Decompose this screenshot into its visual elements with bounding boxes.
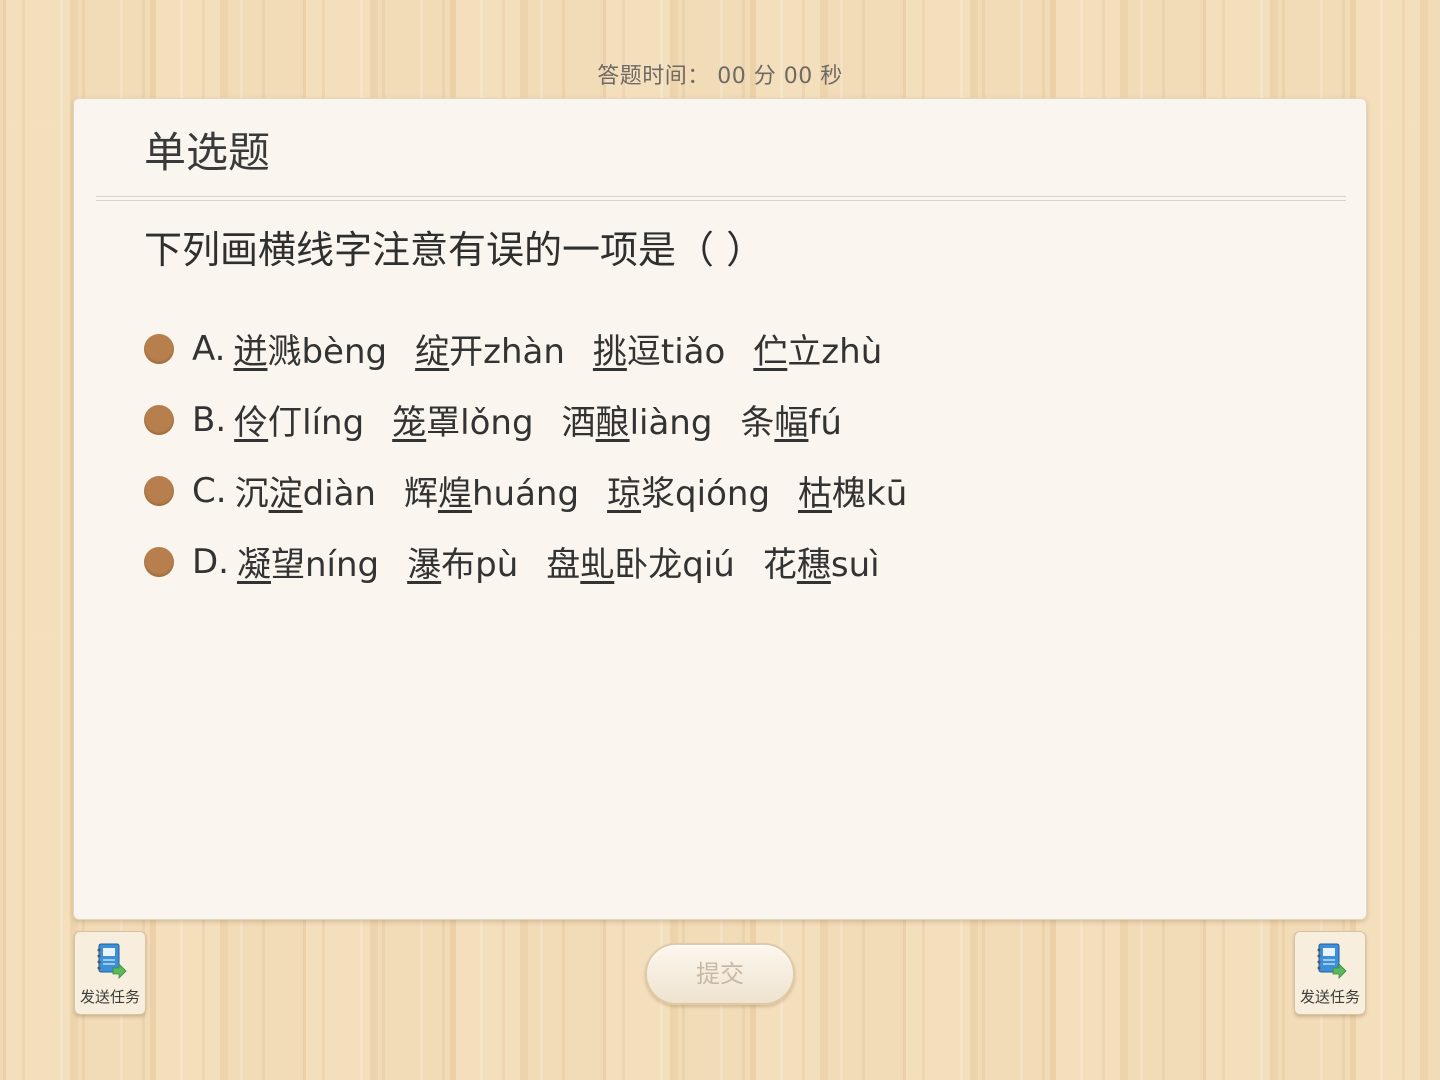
option-word: 伫立zhù — [753, 332, 883, 372]
option-word: 盘虬卧龙qiú — [546, 545, 735, 585]
option-c[interactable]: C. 沉淀diàn 辉煌huáng 琼浆qióng 枯槐kū — [144, 455, 1294, 526]
timer-label: 答题时间： — [597, 64, 710, 89]
send-task-button-right[interactable]: 发送任务 — [1294, 931, 1366, 1015]
option-a[interactable]: A. 迸溅bèng 绽开zhàn 挑逗tiǎo 伫立zhù — [144, 313, 1294, 384]
radio-button-b[interactable] — [144, 404, 174, 435]
option-word: 瀑布pù — [407, 545, 519, 585]
option-word: 伶仃líng — [234, 403, 365, 443]
question-text: 下列画横线字注意有误的一项是（ ） — [144, 228, 765, 272]
option-d[interactable]: D. 凝望níng 瀑布pù 盘虬卧龙qiú 花穗suì — [144, 526, 1294, 597]
option-word: 挑逗tiǎo — [592, 332, 726, 372]
option-word: 沉淀diàn — [234, 474, 376, 514]
notebook-send-icon — [97, 943, 127, 979]
options-list: A. 迸溅bèng 绽开zhàn 挑逗tiǎo 伫立zhù B. 伶仃líng … — [144, 313, 1294, 597]
timer-minutes-unit: 分 — [753, 64, 777, 89]
timer-seconds: 00 — [783, 64, 813, 89]
option-word: 辉煌huáng — [403, 474, 580, 514]
option-letter: A. — [192, 328, 226, 369]
question-type-title: 单选题 — [144, 128, 271, 177]
notebook-send-icon — [1317, 943, 1347, 979]
option-word: 条幅fú — [740, 403, 842, 443]
option-letter: D. — [192, 541, 229, 582]
option-b[interactable]: B. 伶仃líng 笼罩lǒng 酒酿liàng 条幅fú — [144, 384, 1294, 455]
option-letter: B. — [192, 399, 227, 440]
option-word: 酒酿liàng — [561, 403, 713, 443]
radio-button-d[interactable] — [144, 546, 174, 577]
option-word: 绽开zhàn — [415, 332, 565, 372]
send-task-button-left[interactable]: 发送任务 — [74, 931, 146, 1015]
option-word: 花穗suì — [762, 545, 880, 585]
timer-minutes: 00 — [717, 64, 747, 89]
option-word: 笼罩lǒng — [392, 403, 534, 443]
question-card: 单选题 下列画横线字注意有误的一项是（ ） A. 迸溅bèng 绽开zhàn 挑… — [73, 98, 1367, 920]
timer-seconds-unit: 秒 — [820, 64, 843, 89]
answer-timer: 答题时间： 00 分 00 秒 — [0, 58, 1440, 90]
option-word: 琼浆qióng — [607, 474, 771, 514]
option-letter: C. — [192, 470, 227, 511]
option-word: 迸溅bèng — [233, 332, 388, 372]
option-word: 凝望níng — [237, 545, 380, 585]
submit-button[interactable]: 提交 — [645, 943, 795, 1005]
send-task-label: 发送任务 — [1299, 988, 1360, 1006]
send-task-label: 发送任务 — [79, 988, 140, 1006]
title-divider — [96, 196, 1346, 201]
option-word: 枯槐kū — [798, 474, 908, 514]
radio-button-c[interactable] — [144, 475, 174, 506]
radio-button-a[interactable] — [144, 333, 174, 364]
